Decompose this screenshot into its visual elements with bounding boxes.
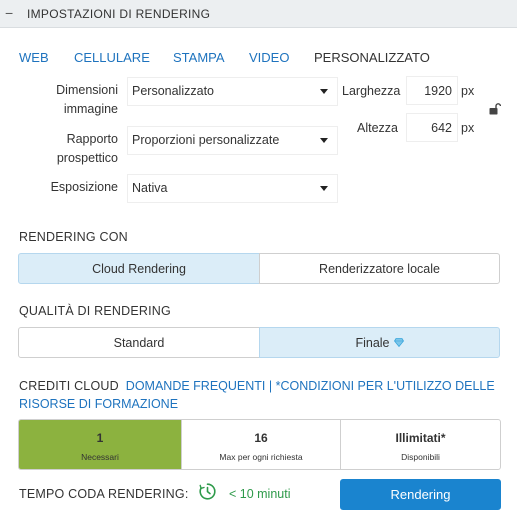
quality-final-label: Finale xyxy=(355,335,390,350)
timer-icon xyxy=(199,483,216,500)
tab-stampa[interactable]: STAMPA xyxy=(173,50,225,65)
link-separator: | xyxy=(268,379,273,393)
settings-header[interactable]: − IMPOSTAZIONI DI RENDERING xyxy=(0,0,517,28)
credits-table: 1 Necessari 16 Max per ogni richiesta Il… xyxy=(18,419,501,470)
ratio-select[interactable]: Proporzioni personalizzate xyxy=(127,126,338,155)
credits-available-caption: Disponibili xyxy=(401,452,440,462)
width-unit: px xyxy=(461,84,475,98)
dimensions-label: Dimensioni immagine xyxy=(56,83,118,116)
panel-title: IMPOSTAZIONI DI RENDERING xyxy=(27,7,211,21)
credits-max-value: 16 xyxy=(254,431,268,445)
width-input[interactable] xyxy=(406,76,458,105)
faq-link[interactable]: DOMANDE FREQUENTI xyxy=(126,379,266,393)
quality-toggle: Standard Finale xyxy=(18,327,500,358)
width-label: Larghezza xyxy=(342,84,401,98)
dimensions-value: Personalizzato xyxy=(132,84,214,98)
diamond-icon xyxy=(393,338,404,347)
cloud-credits-label: CREDITI CLOUD xyxy=(19,379,119,393)
height-input[interactable] xyxy=(406,113,458,142)
quality-standard-button[interactable]: Standard xyxy=(18,327,260,358)
credits-required-cell: 1 Necessari xyxy=(19,420,181,469)
render-button[interactable]: Rendering xyxy=(340,479,501,510)
tab-cellulare[interactable]: CELLULARE xyxy=(74,50,150,65)
credits-required-value: 1 xyxy=(96,431,104,445)
local-renderer-button[interactable]: Renderizzatore locale xyxy=(259,253,500,284)
cloud-rendering-button[interactable]: Cloud Rendering xyxy=(18,253,260,284)
quality-title: QUALITÀ DI RENDERING xyxy=(19,304,171,318)
credits-available-value: Illimitati* xyxy=(395,431,446,445)
render-with-toggle: Cloud Rendering Renderizzatore locale xyxy=(18,253,500,284)
dimensions-select[interactable]: Personalizzato xyxy=(127,77,338,106)
credits-available-cell: Illimitati* Disponibili xyxy=(341,420,500,469)
ratio-value: Proporzioni personalizzate xyxy=(132,133,280,147)
exposure-select[interactable]: Nativa xyxy=(127,174,338,203)
chevron-down-icon xyxy=(320,138,328,143)
height-unit: px xyxy=(461,121,475,135)
tab-web[interactable]: WEB xyxy=(19,50,49,65)
credits-max-cell: 16 Max per ogni richiesta xyxy=(181,420,341,469)
credits-required-caption: Necessari xyxy=(81,452,119,462)
queue-time-label: TEMPO CODA RENDERING: xyxy=(19,487,189,501)
chevron-down-icon xyxy=(320,89,328,94)
tab-video[interactable]: VIDEO xyxy=(249,50,289,65)
queue-time-value: < 10 minuti xyxy=(229,487,291,501)
exposure-value: Nativa xyxy=(132,181,168,195)
exposure-label: Esposizione xyxy=(50,180,118,194)
credits-max-caption: Max per ogni richiesta xyxy=(219,452,303,462)
tab-personalizzato[interactable]: PERSONALIZZATO xyxy=(314,50,430,65)
height-label: Altezza xyxy=(357,121,398,135)
unlock-icon[interactable] xyxy=(489,103,501,115)
chevron-down-icon xyxy=(320,186,328,191)
quality-final-button[interactable]: Finale xyxy=(259,327,500,358)
render-with-title: RENDERING CON xyxy=(19,230,128,244)
collapse-icon[interactable]: − xyxy=(5,5,17,21)
cloud-credits-line: CREDITI CLOUD DOMANDE FREQUENTI | *CONDI… xyxy=(19,377,504,413)
ratio-label: Rapporto prospettico xyxy=(56,132,118,165)
